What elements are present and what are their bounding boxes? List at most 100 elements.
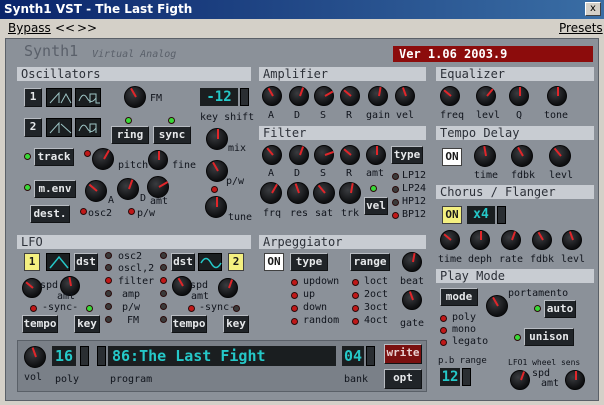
lfo2-amp-led: [160, 290, 167, 297]
filter-vel-button[interactable]: vel: [364, 197, 388, 215]
lfo2-key-button[interactable]: key: [223, 315, 249, 333]
amp-s-knob[interactable]: [314, 86, 334, 106]
lfo1-spd-label: spd: [40, 280, 59, 291]
fm-knob[interactable]: [124, 86, 146, 108]
keyshift-spinner[interactable]: [240, 88, 249, 106]
amp-r-knob[interactable]: [340, 86, 360, 106]
lfo2-spd-knob[interactable]: [218, 278, 238, 298]
lfo2-tempo-button[interactable]: tempo: [171, 315, 207, 333]
chorus-fdbk-knob[interactable]: [532, 230, 552, 250]
lfo-target-osc2: osc2: [118, 251, 143, 262]
next-preset-button[interactable]: >>: [77, 21, 97, 35]
flt-res-label: res: [290, 208, 309, 219]
menv-d-knob[interactable]: [117, 178, 139, 200]
flt-a-knob[interactable]: [262, 145, 282, 165]
arp-gate-knob[interactable]: [402, 290, 422, 310]
lp24-led: [392, 186, 399, 193]
presets-menu[interactable]: Presets: [559, 21, 603, 35]
auto-button[interactable]: auto: [544, 300, 576, 318]
lfo1-tempo-button[interactable]: tempo: [22, 315, 58, 333]
menv-a-knob[interactable]: [85, 180, 107, 202]
lfo2-button[interactable]: 2: [228, 253, 244, 271]
arp-type-button[interactable]: type: [290, 253, 328, 271]
mix-label: mix: [228, 143, 247, 154]
write-button[interactable]: write: [384, 344, 422, 364]
eq-tone-knob[interactable]: [547, 86, 567, 106]
lfo1-button[interactable]: 1: [24, 253, 40, 271]
osc2-wave-icon[interactable]: [46, 118, 72, 137]
osc2-wave2-icon[interactable]: [75, 118, 101, 137]
flt-trk-knob[interactable]: [339, 182, 361, 204]
osc1-wave2-icon[interactable]: [75, 88, 101, 107]
portamento-knob[interactable]: [486, 295, 508, 317]
prev-preset-button[interactable]: <<: [55, 21, 75, 35]
delay-fdbk-knob[interactable]: [511, 145, 533, 167]
pw-knob[interactable]: [206, 160, 228, 182]
lfo1-dst-button[interactable]: dst: [74, 253, 98, 271]
amp-vel-knob[interactable]: [395, 86, 415, 106]
arp-beat-knob[interactable]: [402, 252, 422, 272]
flt-amt-knob[interactable]: [366, 145, 386, 165]
volume-knob[interactable]: [24, 346, 46, 368]
play-mode-button[interactable]: mode: [440, 288, 478, 306]
lfo2-key-led: [233, 305, 240, 312]
amp-a-knob[interactable]: [262, 86, 282, 106]
lfo1-key-button[interactable]: key: [74, 315, 100, 333]
osc1-button[interactable]: 1: [24, 88, 42, 107]
flt-frq-knob[interactable]: [260, 182, 282, 204]
wheel-spd-knob[interactable]: [510, 370, 530, 390]
tune-knob[interactable]: [205, 196, 227, 218]
dest-button[interactable]: dest.: [30, 205, 70, 223]
amp-gain-label: gain: [366, 110, 391, 121]
delay-time-knob[interactable]: [474, 145, 496, 167]
eq-freq-knob[interactable]: [440, 86, 460, 106]
menv-button[interactable]: m.env: [34, 180, 76, 198]
poly-spinner[interactable]: [80, 346, 89, 366]
sync-button[interactable]: sync: [153, 126, 191, 144]
unison-button[interactable]: unison: [524, 328, 574, 346]
eq-levl-knob[interactable]: [476, 86, 496, 106]
chorus-time-knob[interactable]: [440, 230, 460, 250]
flt-d-knob[interactable]: [289, 145, 309, 165]
lfo1-wave-icon[interactable]: [46, 253, 70, 271]
section-amplifier: Amplifier: [259, 67, 426, 81]
lfo2-sync-led: [188, 305, 195, 312]
arp-on-button[interactable]: ON: [264, 253, 284, 271]
ring-button[interactable]: ring: [111, 126, 149, 144]
flt-s-knob[interactable]: [314, 145, 334, 165]
program-spinner[interactable]: [97, 346, 106, 366]
lfo2-fm-led: [160, 316, 167, 323]
menv-amt-knob[interactable]: [147, 176, 169, 198]
amp-d-knob[interactable]: [289, 86, 309, 106]
lfo2-dst-button[interactable]: dst: [171, 253, 195, 271]
osc1-wave-icon[interactable]: [46, 88, 72, 107]
fine-knob[interactable]: [148, 150, 168, 170]
chorus-levl-knob[interactable]: [562, 230, 582, 250]
pitch-knob[interactable]: [92, 148, 114, 170]
flt-sat-knob[interactable]: [313, 182, 335, 204]
bank-spinner[interactable]: [366, 346, 375, 366]
delay-on-button[interactable]: ON: [442, 148, 462, 166]
chorus-rate-knob[interactable]: [501, 230, 521, 250]
bypass-menu[interactable]: Bypass: [8, 21, 51, 35]
eq-q-knob[interactable]: [509, 86, 529, 106]
flt-r-knob[interactable]: [340, 145, 360, 165]
chorus-on-button[interactable]: ON: [442, 206, 462, 224]
opt-button[interactable]: opt: [384, 369, 422, 389]
lfo2-amt-knob[interactable]: [172, 276, 192, 296]
wheel-amt-knob[interactable]: [565, 370, 585, 390]
lfo1-spd-knob[interactable]: [22, 278, 42, 298]
osc2-button[interactable]: 2: [24, 118, 42, 137]
close-button[interactable]: x: [585, 2, 601, 16]
track-button[interactable]: track: [34, 148, 74, 166]
amp-gain-knob[interactable]: [368, 86, 388, 106]
chorus-deph-knob[interactable]: [470, 230, 490, 250]
lfo2-wave-icon[interactable]: [198, 253, 222, 271]
filter-type-button[interactable]: type: [391, 146, 423, 164]
arp-range-button[interactable]: range: [350, 253, 390, 271]
pb-range-spinner[interactable]: [462, 368, 471, 386]
delay-levl-knob[interactable]: [549, 145, 571, 167]
chorus-mode-spinner[interactable]: [497, 206, 506, 224]
mix-knob[interactable]: [206, 128, 228, 150]
flt-res-knob[interactable]: [287, 182, 309, 204]
